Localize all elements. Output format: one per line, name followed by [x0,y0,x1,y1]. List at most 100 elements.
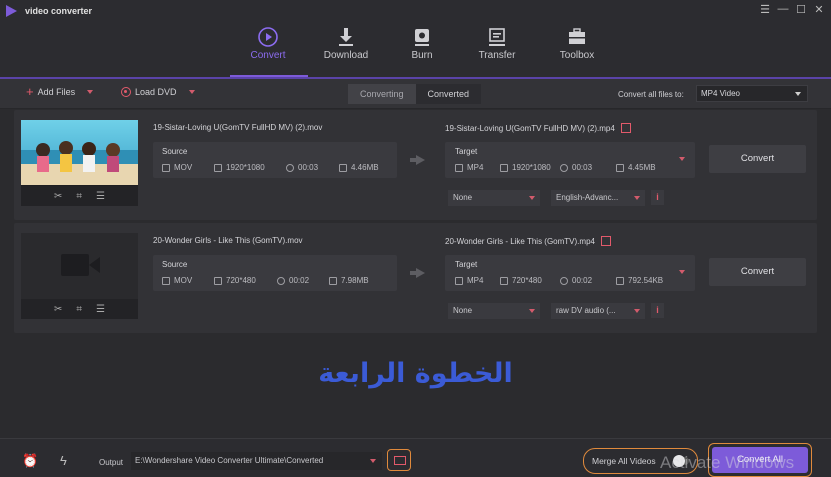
thumbnail-tools: ✂ ⌗ ☰ [21,299,138,319]
source-resolution-value: 720*480 [226,276,256,285]
source-resolution: 720*480 [214,276,256,285]
audio-track-select[interactable]: English-Advanc... [551,190,645,206]
folder-icon [329,276,337,285]
source-info: Source MOV 1920*1080 00:03 4.46MB [153,142,397,178]
target-duration-value: 00:03 [572,163,593,172]
source-format-value: MOV [174,163,193,172]
chevron-down-icon[interactable] [679,157,685,161]
open-folder-icon[interactable] [387,449,411,471]
target-info[interactable]: Target MP4 720*480 00:02 792.54KB [445,255,695,291]
merge-label: Merge All Videos [592,456,656,466]
format-icon [455,276,463,285]
video-camera-icon [21,233,138,298]
tab-toolbox-label: Toolbox [559,50,595,61]
source-duration: 00:03 [286,163,318,172]
target-file-name-text: 20-Wonder Girls - Like This (GomTV).mp4 [445,236,595,246]
trim-icon[interactable]: ✂ [54,191,62,202]
source-info: Source MOV 720*480 00:02 7.98MB [153,255,397,291]
menu-icon[interactable]: ☰ [759,3,771,16]
effects-icon[interactable]: ☰ [96,304,105,315]
tab-download[interactable]: Download [308,20,384,78]
video-thumbnail[interactable]: ✂ ⌗ ☰ [21,120,138,206]
chevron-down-icon [795,92,801,96]
crop-icon[interactable]: ⌗ [76,191,82,202]
tab-transfer[interactable]: Transfer [459,20,535,78]
chevron-down-icon[interactable] [87,90,94,94]
output-path-value: E:\Wondershare Video Converter Ultimate\… [135,456,324,465]
active-tab-indicator [230,75,308,77]
source-format: MOV [162,163,192,172]
list-item: ✂ ⌗ ☰ 19-Sistar-Loving U(GomTV FullHD MV… [14,110,817,220]
output-path-select[interactable]: E:\Wondershare Video Converter Ultimate\… [131,452,382,470]
target-size-value: 4.45MB [628,163,656,172]
output-format-select[interactable]: MP4 Video [696,85,808,102]
trim-icon[interactable]: ✂ [54,304,62,315]
add-files-label: Add Files [37,87,76,97]
clock-icon [560,276,568,285]
target-file-name: 19-Sistar-Loving U(GomTV FullHD MV) (2).… [445,123,631,133]
add-files-button[interactable]: + Add Files [26,85,94,98]
info-icon[interactable]: i [651,190,664,205]
chevron-down-icon[interactable] [188,90,195,94]
convert-button[interactable]: Convert [709,258,806,286]
load-dvd-button[interactable]: Load DVD [121,87,195,97]
target-duration: 00:03 [560,163,592,172]
subtitle-select[interactable]: None [448,303,540,319]
lightning-icon[interactable]: ϟ [60,453,67,468]
target-format: MP4 [455,276,483,285]
tab-burn-label: Burn [411,50,433,61]
edit-icon[interactable] [600,236,611,246]
source-duration: 00:02 [277,276,309,285]
crop-icon[interactable]: ⌗ [76,304,82,315]
list-item: ✂ ⌗ ☰ 20-Wonder Girls - Like This (GomTV… [14,223,817,333]
format-icon [162,276,170,285]
source-size-value: 7.98MB [341,276,369,285]
format-icon [455,163,463,172]
source-resolution: 1920*1080 [214,163,265,172]
convert-button[interactable]: Convert [709,145,806,173]
target-size-value: 792.54KB [628,276,664,285]
subtitle-select[interactable]: None [448,190,540,206]
resolution-icon [214,276,222,285]
clock-icon [286,163,294,172]
maximize-icon[interactable]: ☐ [795,3,807,16]
chevron-down-icon [634,196,640,200]
thumbnail-tools: ✂ ⌗ ☰ [21,186,138,206]
clock-icon [277,276,285,285]
resolution-icon [500,163,508,172]
tab-burn[interactable]: Burn [384,20,460,78]
target-label: Target [455,260,478,269]
alarm-clock-icon[interactable]: ⏰ [22,453,38,469]
target-info[interactable]: Target MP4 1920*1080 00:03 4.45MB [445,142,695,178]
minimize-icon[interactable]: — [777,3,789,16]
target-duration: 00:02 [560,276,592,285]
download-icon [339,28,353,46]
audio-track-select[interactable]: raw DV audio (... [551,303,645,319]
status-tabs: Converting Converted [348,84,482,104]
chevron-down-icon [634,309,640,313]
chevron-down-icon [529,196,535,200]
transfer-icon [489,28,505,46]
edit-icon[interactable] [620,123,631,133]
tab-converted[interactable]: Converted [415,84,482,104]
source-resolution-value: 1920*1080 [226,163,265,172]
tab-toolbox[interactable]: Toolbox [539,20,615,78]
clock-icon [560,163,568,172]
tab-convert-label: Convert [250,50,286,61]
effects-icon[interactable]: ☰ [96,191,105,202]
target-duration-value: 00:02 [572,276,593,285]
info-icon[interactable]: i [651,303,664,318]
source-label: Source [162,260,188,269]
close-icon[interactable]: ✕ [813,3,825,16]
audio-track-value: raw DV audio (... [556,306,616,315]
source-size: 7.98MB [329,276,369,285]
tab-convert[interactable]: Convert [230,20,306,78]
toolbox-icon [569,28,585,44]
source-format-value: MOV [174,276,193,285]
chevron-down-icon[interactable] [679,270,685,274]
dvd-icon [121,87,131,97]
tab-converting[interactable]: Converting [348,84,416,104]
title-bar: video converter ☰ — ☐ ✕ [0,0,831,20]
resolution-icon [214,163,222,172]
video-thumbnail[interactable]: ✂ ⌗ ☰ [21,233,138,319]
